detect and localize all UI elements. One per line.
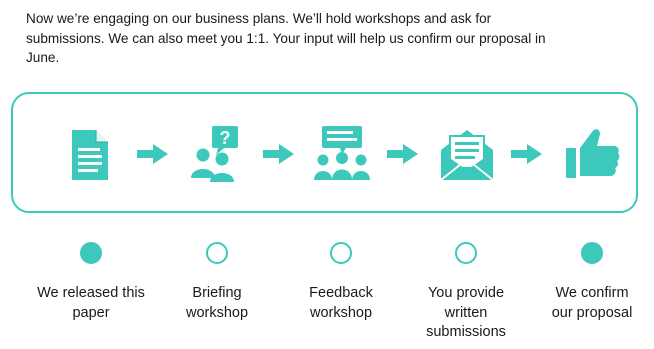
arrow-right-icon xyxy=(137,144,168,164)
status-dot-pending xyxy=(206,242,228,264)
svg-text:?: ? xyxy=(220,128,231,148)
step-label-feedback: Feedback workshop xyxy=(309,285,373,321)
workshop-icon xyxy=(314,126,370,180)
arrow-right-icon xyxy=(263,144,294,164)
status-dot-completed xyxy=(581,242,603,264)
step-label-released: We released this paper xyxy=(37,285,145,321)
step-label-briefing: Briefing workshop xyxy=(185,285,249,321)
intro-line-3: June. xyxy=(26,50,60,65)
intro-text: Now we’re engaging on our business plans… xyxy=(26,9,636,68)
intro-line-1: Now we’re engaging on our business plans… xyxy=(26,11,492,26)
step-label-submissions: You provide written submissions xyxy=(426,285,506,340)
thumbs-up-icon xyxy=(566,129,620,178)
step-label-confirm: We confirm our proposal xyxy=(551,285,633,321)
status-dot-pending xyxy=(330,242,352,264)
arrow-right-icon xyxy=(511,144,542,164)
intro-line-2: submissions. We can also meet you 1:1. Y… xyxy=(26,30,546,46)
arrow-right-icon xyxy=(387,144,418,164)
envelope-icon xyxy=(440,130,494,181)
status-dot-pending xyxy=(455,242,477,264)
briefing-icon: ? xyxy=(191,126,238,182)
status-dot-completed xyxy=(80,242,102,264)
document-icon xyxy=(72,130,108,180)
